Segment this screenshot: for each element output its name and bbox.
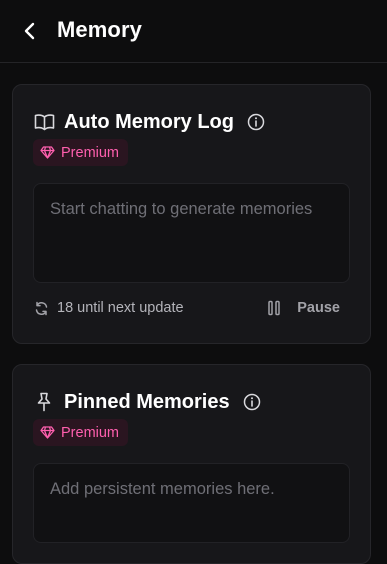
auto-memory-textbox[interactable]: Start chatting to generate memories — [33, 183, 350, 283]
pin-icon — [33, 391, 55, 413]
page-title: Memory — [57, 17, 142, 42]
auto-memory-title: Auto Memory Log — [64, 110, 234, 133]
premium-badge-label: Premium — [61, 424, 120, 441]
premium-badge-label: Premium — [61, 144, 120, 161]
book-open-icon — [33, 111, 55, 133]
auto-memory-footer: 18 until next update Pause — [33, 297, 350, 319]
gem-icon — [40, 146, 55, 159]
pause-label: Pause — [297, 300, 340, 316]
auto-memory-header: Auto Memory Log — [33, 107, 266, 137]
chevron-left-icon — [24, 22, 35, 40]
pinned-memories-card: Pinned Memories Premium Add persistent m… — [12, 364, 371, 564]
pause-icon — [268, 300, 281, 316]
auto-memory-card: Auto Memory Log Premium Start chatting t… — [12, 84, 371, 344]
premium-badge: Premium — [33, 139, 129, 166]
pinned-memories-title: Pinned Memories — [64, 390, 230, 413]
info-icon[interactable] — [246, 112, 266, 132]
back-button[interactable] — [17, 18, 43, 44]
update-countdown: 18 until next update — [57, 300, 184, 316]
refresh-icon — [33, 300, 49, 316]
pinned-memories-header: Pinned Memories — [33, 387, 262, 417]
pinned-memories-textbox[interactable]: Add persistent memories here. — [33, 463, 350, 543]
gem-icon — [40, 426, 55, 439]
premium-badge: Premium — [33, 419, 129, 446]
top-bar: Memory — [0, 0, 387, 63]
info-icon[interactable] — [242, 392, 262, 412]
pause-button[interactable]: Pause — [267, 300, 340, 316]
